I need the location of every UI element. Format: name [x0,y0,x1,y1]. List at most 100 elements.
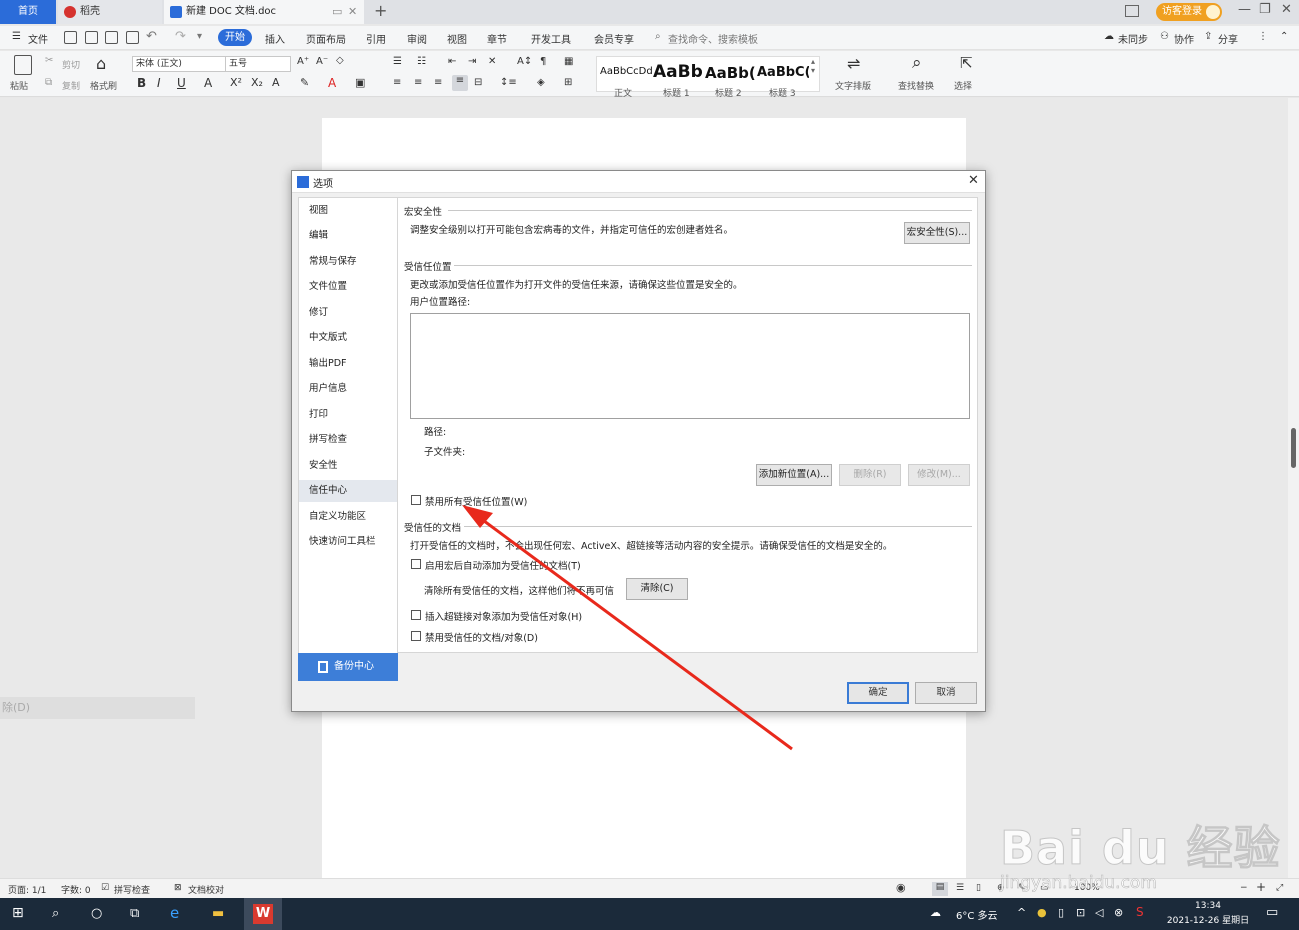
collapse-ribbon-icon[interactable]: ⌃ [1280,31,1288,42]
nav-item-chinese-layout[interactable]: 中文版式 [299,327,397,349]
nav-item-export-pdf[interactable]: 输出PDF [299,353,397,375]
minimize-icon[interactable]: — [1238,2,1251,17]
nav-item-revision[interactable]: 修订 [299,302,397,324]
task-view-icon[interactable]: ⧉ [130,906,139,921]
cancel-button[interactable]: 取消 [915,682,977,704]
bullets-icon[interactable]: ☰ [393,56,402,67]
menu-chapter[interactable]: 章节 [487,31,507,46]
menu-developer[interactable]: 开发工具 [531,31,571,46]
trusted-location-list[interactable] [410,313,970,419]
increase-indent-icon[interactable]: ⇥ [468,56,476,67]
nav-item-print[interactable]: 打印 [299,404,397,426]
menu-start[interactable]: 开始 [218,29,252,46]
paste-label[interactable]: 粘贴 [10,79,28,92]
fullscreen-icon[interactable]: ⤢ [1276,883,1283,893]
zoom-out-icon[interactable]: − [1240,883,1248,893]
delete-location-button[interactable]: 删除(R) [839,464,901,486]
tab-document[interactable]: 新建 DOC 文档.doc ▭ ✕ [164,0,364,24]
hyperlink-trust-label[interactable]: 插入超链接对象添加为受信任对象(H) [425,609,582,623]
menu-references[interactable]: 引用 [366,31,386,46]
nav-item-edit[interactable]: 编辑 [299,225,397,247]
nav-item-file-location[interactable]: 文件位置 [299,276,397,298]
ok-button[interactable]: 确定 [847,682,909,704]
tab-home[interactable]: 首页 [0,0,56,24]
disable-trusted-docs-checkbox[interactable] [411,631,421,641]
shrink-font-icon[interactable]: A⁻ [316,56,328,67]
weather-text[interactable]: 6°C 多云 [956,907,998,922]
quick-access-more-icon[interactable]: ▾ [197,31,202,42]
font-color-icon[interactable]: A [328,76,336,90]
underline-icon[interactable]: U [177,76,186,90]
windows-start-icon[interactable]: ⊞ [12,905,24,921]
disable-trusted-docs-label[interactable]: 禁用受信任的文档/对象(D) [425,630,538,644]
show-marks-icon[interactable]: ¶ [540,56,546,67]
page-indicator[interactable]: 页面: 1/1 [8,883,46,896]
strikethrough-icon[interactable]: A [204,76,212,90]
copy-label[interactable]: 复制 [62,79,80,92]
new-tab-button[interactable]: + [374,1,387,20]
hamburger-icon[interactable]: ☰ [12,31,21,42]
restore-icon[interactable]: ❐ [1259,2,1271,17]
outline-view-icon[interactable]: ☰ [956,883,964,893]
collab-button[interactable]: 协作 [1174,31,1194,46]
network-icon[interactable]: ⊡ [1076,906,1085,919]
cut-label[interactable]: 剪切 [62,58,80,71]
font-size-select[interactable]: 五号 [225,56,291,72]
char-border-icon[interactable]: ▣ [355,76,365,89]
auto-add-trusted-checkbox[interactable] [411,559,421,569]
find-replace-icon[interactable]: ⌕ [912,53,922,73]
spellcheck-status[interactable]: 拼写检查 [114,883,150,896]
menu-insert[interactable]: 插入 [265,31,285,46]
usb-icon[interactable]: ▯ [1058,906,1064,919]
share-button[interactable]: 分享 [1218,31,1238,46]
distribute-icon[interactable]: ⊟ [474,77,482,88]
sort-icon[interactable]: A↕ [517,56,532,67]
preview-icon[interactable] [126,31,139,44]
menu-view[interactable]: 视图 [447,31,467,46]
hyperlink-trust-checkbox[interactable] [411,610,421,620]
select-label[interactable]: 选择 [954,79,972,92]
vertical-scrollbar[interactable] [1288,98,1299,878]
scrollbar-thumb[interactable] [1291,428,1296,468]
modify-location-button[interactable]: 修改(M)... [908,464,970,486]
nav-item-general-save[interactable]: 常规与保存 [299,251,397,273]
nav-item-view[interactable]: 视图 [299,200,397,222]
disable-all-locations-label[interactable]: 禁用所有受信任位置(W) [425,494,527,508]
italic-icon[interactable]: I [157,76,161,90]
wps-taskbar-button[interactable]: W [244,898,282,930]
zoom-in-icon[interactable]: + [1256,880,1266,894]
dialog-close-icon[interactable]: ✕ [968,173,979,188]
nav-item-customize-ribbon[interactable]: 自定义功能区 [299,506,397,528]
format-painter-label[interactable]: 格式刷 [90,79,117,92]
line-spacing-icon[interactable]: ↕≡ [500,77,517,88]
align-center-icon[interactable]: ≡ [414,77,422,88]
subscript-icon[interactable]: X₂ [251,76,263,89]
taskbar-clock[interactable]: 13:34 2021-12-26 星期日 [1165,901,1251,926]
print-icon[interactable] [105,31,118,44]
proofread-button[interactable]: 文档校对 [188,883,224,896]
format-painter-icon[interactable]: ⌂ [96,54,106,73]
tray-expand-icon[interactable]: ^ [1017,906,1026,919]
tab-pin-icon[interactable]: ▭ [332,0,342,24]
auto-add-trusted-label[interactable]: 启用宏后自动添加为受信任的文档(T) [425,558,581,572]
tab-close-icon[interactable]: ✕ [348,0,357,24]
macro-security-button[interactable]: 宏安全性(S)... [904,222,970,244]
cortana-icon[interactable]: ○ [91,906,102,921]
chinese-layout-icon[interactable]: ✕ [488,56,496,67]
page-view-icon[interactable]: ▤ [932,882,948,896]
style-gallery-more-icon[interactable]: ▴ ▾ [811,57,815,75]
nav-item-spell-check[interactable]: 拼写检查 [299,429,397,451]
undo-icon[interactable]: ↶ [146,29,157,44]
word-count[interactable]: 字数: 0 [61,883,91,896]
text-layout-label[interactable]: 文字排版 [835,79,871,92]
file-explorer-icon[interactable]: ▬ [212,906,224,921]
notification-icon[interactable]: ▭ [1266,905,1278,920]
command-search-input[interactable]: 查找命令、搜索模板 [668,31,758,46]
disable-all-locations-checkbox[interactable] [411,495,421,505]
text-effect-icon[interactable]: A [272,76,280,89]
find-replace-label[interactable]: 查找替换 [898,79,934,92]
nav-item-security[interactable]: 安全性 [299,455,397,477]
eye-protect-icon[interactable]: ◉ [896,881,906,894]
style-normal-preview[interactable]: AaBbCcDd [600,66,653,88]
grow-font-icon[interactable]: A⁺ [297,56,309,67]
